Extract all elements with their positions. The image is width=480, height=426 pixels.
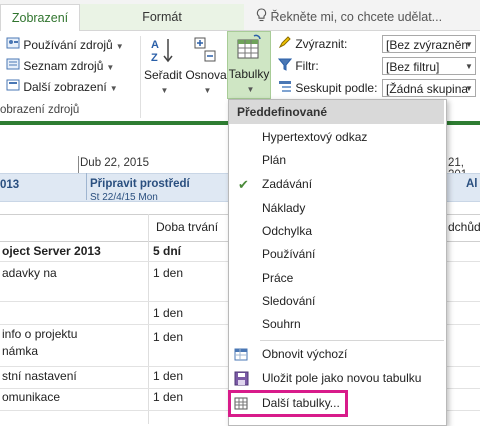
- task-duration: 5 dní: [153, 244, 182, 258]
- timeline-divider: [86, 173, 87, 200]
- chevron-down-icon: ▼: [109, 84, 118, 93]
- filter-label: Filtr:: [277, 56, 319, 77]
- more-tables-callout-highlight: [228, 390, 348, 417]
- timeline-band-left: 013: [0, 179, 20, 191]
- group-by-icon: [278, 79, 292, 99]
- highlight-select[interactable]: [Bez zvýrazněn ▼: [382, 35, 476, 53]
- menu-item-tracking[interactable]: Sledování: [229, 290, 444, 313]
- group-by-label: Seskupit podle:: [278, 78, 377, 98]
- task-name: stní nastavení: [2, 369, 77, 383]
- resource-usage-label: Používání zdrojů: [23, 38, 113, 52]
- task-name: omunikace: [2, 390, 61, 404]
- task-name: adavky na: [2, 266, 57, 280]
- other-views-button[interactable]: Další zobrazení ▼: [6, 77, 118, 97]
- task-duration: 1 den: [153, 330, 184, 344]
- menu-item-work[interactable]: Práce: [229, 267, 444, 290]
- menu-item-entry[interactable]: ✔ Zadávání: [229, 173, 444, 196]
- menu-item-reset-default[interactable]: Obnovit výchozí: [229, 343, 444, 366]
- resource-usage-icon: [6, 36, 20, 56]
- task-name: info o projektu: [2, 327, 78, 341]
- timeline-tick: [78, 156, 79, 174]
- menu-item-cost[interactable]: Náklady: [229, 197, 444, 220]
- chevron-down-icon: ▼: [106, 63, 115, 72]
- group-label-resource-views: obrazení zdrojů: [0, 104, 80, 116]
- checkmark-icon: ✔: [238, 177, 249, 192]
- task-duration: 1 den: [153, 266, 184, 280]
- resource-list-label: Seznam zdrojů: [23, 59, 104, 73]
- highlight-pen-icon: [278, 35, 292, 55]
- task-name: oject Server 2013: [2, 244, 101, 258]
- filter-funnel-icon: [277, 57, 293, 77]
- tables-label: Tabulky: [228, 67, 270, 81]
- chevron-down-icon: ▼: [115, 42, 124, 51]
- chevron-down-icon: ▼: [465, 84, 473, 93]
- outline-label: Osnova: [185, 68, 227, 82]
- task-duration: 1 den: [153, 306, 184, 320]
- chevron-down-icon: ▼: [246, 85, 255, 94]
- menu-item-schedule[interactable]: Plán: [229, 149, 444, 172]
- menu-header-predefined: Předdefinované: [229, 100, 444, 124]
- sort-az-icon: AZ: [142, 35, 184, 68]
- svg-text:A: A: [151, 39, 159, 51]
- tables-button[interactable]: Tabulky ▼: [227, 31, 271, 99]
- chevron-down-icon: ▼: [160, 86, 169, 95]
- svg-text:Z: Z: [151, 52, 158, 64]
- table-grid-icon: [228, 34, 270, 67]
- menu-item-usage[interactable]: Používání: [229, 243, 444, 266]
- resource-usage-button[interactable]: Používání zdrojů ▼: [6, 35, 124, 55]
- task-duration: 1 den: [153, 369, 184, 383]
- tell-me-search[interactable]: Řekněte mi, co chcete udělat...: [256, 4, 442, 30]
- chevron-down-icon: ▼: [465, 40, 473, 49]
- column-header-duration[interactable]: Doba trvání: [156, 220, 218, 234]
- menu-separator: [260, 340, 444, 341]
- menu-item-hyperlink[interactable]: Hypertextový odkaz: [229, 126, 444, 149]
- tell-me-text: Řekněte mi, co chcete udělat...: [270, 10, 443, 24]
- task-duration: 1 den: [153, 390, 184, 404]
- resource-list-button[interactable]: Seznam zdrojů ▼: [6, 56, 114, 76]
- menu-item-summary[interactable]: Souhrn: [229, 313, 444, 336]
- highlight-label: Zvýraznit:: [278, 34, 347, 54]
- timeline-band-right: Al: [466, 178, 478, 190]
- outline-button[interactable]: Osnova ▼: [185, 35, 227, 96]
- outline-icon: [185, 35, 227, 68]
- other-views-label: Další zobrazení: [23, 80, 107, 94]
- menu-item-save-as-table[interactable]: Uložit pole jako novou tabulku: [229, 367, 444, 390]
- task-name-continued: námka: [2, 344, 39, 358]
- chevron-down-icon: ▼: [465, 62, 473, 71]
- sort-button[interactable]: AZ Seřadit ▼: [142, 35, 184, 96]
- timeline-task-name: Připravit prostředí: [90, 178, 190, 190]
- chevron-down-icon: ▼: [203, 86, 212, 95]
- menu-item-variance[interactable]: Odchylka: [229, 220, 444, 243]
- other-views-icon: [6, 78, 20, 98]
- group-by-select[interactable]: [Žádná skupina ▼: [382, 79, 476, 97]
- column-header-predecessors[interactable]: dchůdc: [448, 220, 480, 234]
- tab-view[interactable]: Zobrazení: [0, 4, 80, 32]
- resource-list-icon: [6, 57, 20, 77]
- lightbulb-icon: [256, 5, 267, 31]
- ribbon-group-divider: [140, 36, 141, 118]
- timeline-date: Dub 22, 2015: [80, 157, 150, 169]
- sort-label: Seřadit: [143, 68, 183, 82]
- timeline-task-date: St 22/4/15 Mon: [90, 192, 158, 200]
- filter-select[interactable]: [Bez filtru] ▼: [382, 57, 476, 75]
- tab-format[interactable]: Formát: [80, 4, 244, 30]
